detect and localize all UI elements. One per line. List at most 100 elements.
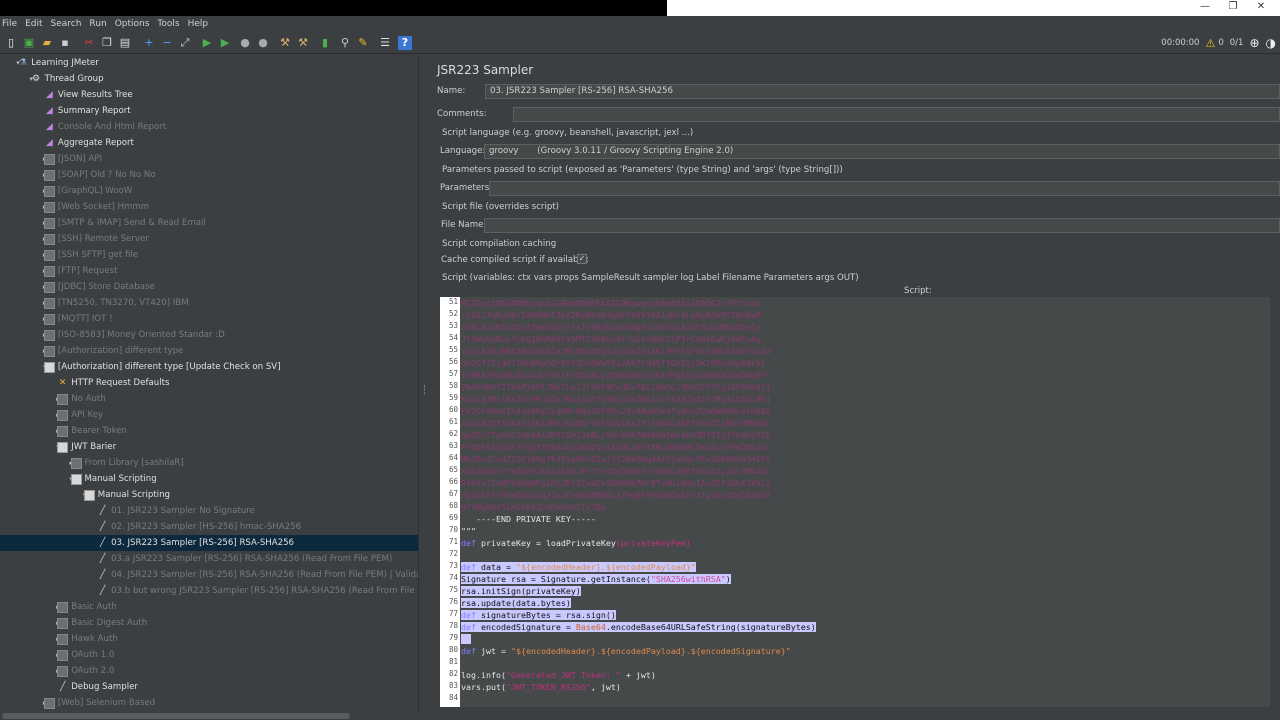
shutdown-icon[interactable]: ● — [256, 36, 270, 50]
tree-node[interactable]: ✕ HTTP Request Defaults — [0, 375, 418, 391]
tree-node[interactable]: ▸Hawk Auth — [0, 631, 418, 647]
cache-checkbox[interactable]: ✓ — [577, 254, 587, 264]
tree-node[interactable]: ▸[JDBC] Store Database — [0, 279, 418, 295]
line-number: 80 — [448, 645, 458, 654]
tree-node[interactable]: ▾Manual Scripting — [0, 471, 418, 487]
line-number: 77 — [448, 609, 458, 618]
search-icon[interactable]: ⚲ — [338, 36, 352, 50]
name-field[interactable]: 03. JSR223 Sampler [RS-256] RSA-SHA256 — [485, 84, 1280, 99]
tree-node[interactable]: ▸[SOAP] Old ? No No No — [0, 167, 418, 183]
tree-node[interactable]: ▸[Web] Selenium Based — [0, 695, 418, 711]
line-number: 78 — [448, 621, 458, 630]
comments-field[interactable] — [513, 107, 1280, 122]
tree-node[interactable]: ▸[SSH SFTP] get file — [0, 247, 418, 263]
code-line-71: def privateKey = loadPrivateKey(privateK… — [461, 537, 691, 549]
tree-node[interactable]: ▸[MQTT] IOT ! — [0, 311, 418, 327]
tree-node[interactable]: ╱ 04. JSR223 Sampler [RS-256] RSA-SHA256 … — [0, 567, 418, 583]
error-count: 0 — [1218, 38, 1224, 48]
controller-icon — [43, 313, 55, 325]
tree-node[interactable]: ▸[GraphQL] WooW — [0, 183, 418, 199]
code-line-79 — [461, 633, 475, 645]
function-helper-icon[interactable]: ☰ — [378, 36, 392, 50]
tree-node[interactable]: ▾ ⚗ Learning JMeter — [0, 55, 418, 71]
tree-node[interactable]: ╱ 03. JSR223 Sampler [RS-256] RSA-SHA256 — [0, 535, 418, 551]
reset-search-icon[interactable]: ✎ — [356, 36, 370, 50]
tree-node[interactable]: ▸[FTP] Request — [0, 263, 418, 279]
expand-icon[interactable]: + — [142, 36, 156, 50]
clear-all-icon[interactable]: ⚒ — [296, 36, 310, 50]
script-code[interactable]: 51 52 53 54 55 56 57 58 59 60 61 62 63 64 65 66 67 68 69 70… — [449, 297, 1280, 707]
menu-edit[interactable]: Edit — [25, 19, 42, 29]
tree-node[interactable]: ▸[ISO-8583] Money Oriented Standar :D — [0, 327, 418, 343]
tree-node[interactable]: ▸[Authorization] different type — [0, 343, 418, 359]
language-select[interactable]: groovy (Groovy 3.0.11 / Groovy Scripting… — [484, 144, 1280, 159]
tree-node[interactable]: ▸From Library [sashilaR] — [0, 455, 418, 471]
menu-run[interactable]: Run — [89, 19, 106, 29]
tree-node[interactable]: ◢ Console And Html Report — [0, 119, 418, 135]
pen-icon: ╱ — [99, 522, 106, 532]
tree-node[interactable]: ▸[SSH] Remote Server — [0, 231, 418, 247]
tree-node[interactable]: ◢ Aggregate Report — [0, 135, 418, 151]
controller-icon — [43, 345, 55, 357]
copy-icon[interactable]: ❐ — [100, 36, 114, 50]
editor-vertical-scrollbar[interactable] — [1270, 297, 1280, 707]
tree-node[interactable]: ╱ Debug Sampler — [0, 679, 418, 695]
tree-node-label: Bearer Token — [71, 426, 127, 436]
paste-icon[interactable]: ▤ — [118, 36, 132, 50]
templates-icon[interactable]: ▣ — [22, 36, 36, 50]
tree-node[interactable]: ╱ 03.a JSR223 Sampler [RS-256] RSA-SHA256… — [0, 551, 418, 567]
tree-node[interactable]: ▸[TN5250, TN3270, VT420] IBM — [0, 295, 418, 311]
start-no-pauses-icon[interactable]: ▶ — [218, 36, 232, 50]
tree-node[interactable]: ▾[Authorization] different type [Update … — [0, 359, 418, 375]
tree-node[interactable]: ◢ Summary Report — [0, 103, 418, 119]
loggers-icon[interactable]: ◑ — [1266, 36, 1276, 50]
tree-horizontal-scrollbar[interactable] — [0, 712, 418, 720]
tree-node[interactable]: ▸[SMTP & IMAP] Send & Read Email — [0, 215, 418, 231]
open-icon[interactable]: ▰ — [40, 36, 54, 50]
tree-node[interactable]: ▸Bearer Token — [0, 423, 418, 439]
maximize-button[interactable]: ❐ — [1220, 0, 1246, 16]
new-icon[interactable]: ▯ — [4, 36, 18, 50]
minimize-button[interactable]: — — [1192, 0, 1218, 16]
remote-start-icon[interactable]: ▮ — [318, 36, 332, 50]
code-line-56: He2Gf7Ij4Kl1Mn8Op5Qr0St3Uv6Wx9Yz2Ab7Cd4E… — [461, 358, 766, 368]
tree-node[interactable]: ▾JWT Barier — [0, 439, 418, 455]
parameters-field[interactable] — [489, 181, 1280, 196]
tree-node[interactable]: ▸Basic Digest Auth — [0, 615, 418, 631]
tree-node[interactable]: ▸[Web Socket] Hmmm — [0, 199, 418, 215]
code-text: Signature rsa = Signature.getInstance( — [461, 574, 651, 584]
tree-node[interactable]: ▸API Key — [0, 407, 418, 423]
cut-icon[interactable]: ✂ — [82, 36, 96, 50]
pen-icon: ╱ — [99, 586, 106, 596]
start-icon[interactable]: ▶ — [200, 36, 214, 50]
remote-globe-icon[interactable]: ⊕ — [1249, 36, 1259, 50]
tree-node[interactable]: ▸[JSON] API — [0, 151, 418, 167]
menu-search[interactable]: Search — [51, 19, 82, 29]
tree-node[interactable]: ◢ View Results Tree — [0, 87, 418, 103]
collapse-icon[interactable]: − — [160, 36, 174, 50]
tree-node[interactable]: ▸No Auth — [0, 391, 418, 407]
menu-options[interactable]: Options — [115, 19, 150, 29]
help-icon[interactable]: ? — [398, 36, 412, 50]
warning-icon[interactable]: ⚠ — [1205, 37, 1215, 50]
split-pane-divider[interactable] — [418, 55, 430, 712]
menu-file[interactable]: File — [2, 19, 17, 29]
tree-node[interactable]: ╱ 03.b but wrong JSR223 Sampler [RS-256] … — [0, 583, 418, 599]
stop-icon[interactable]: ● — [238, 36, 252, 50]
tree-node[interactable]: ▸OAuth 1.0 — [0, 647, 418, 663]
menu-tools[interactable]: Tools — [157, 19, 179, 29]
tree-node[interactable]: ╱ 01. JSR223 Sampler No Signature — [0, 503, 418, 519]
toggle-icon[interactable]: ⤢ — [178, 36, 192, 50]
tree-node[interactable]: ╱ 02. JSR223 Sampler [HS-256] hmac-SHA256 — [0, 519, 418, 535]
tree-node[interactable]: ▸Basic Auth — [0, 599, 418, 615]
save-icon[interactable]: ▪ — [58, 36, 72, 50]
tree-node[interactable]: ▸OAuth 2.0 — [0, 663, 418, 679]
clear-icon[interactable]: ⚒ — [278, 36, 292, 50]
menu-help[interactable]: Help — [188, 19, 209, 29]
code-line-58: Zb4Xd8Vf2Th6Rj0Pl3Nn7Lp1Jr5Ht9Fv3Dx7Bz1A… — [461, 382, 771, 392]
run-status: 00:00:00 ⚠ 0 0/1 ⊕ ◑ — [1161, 36, 1280, 50]
file-name-field[interactable] — [484, 218, 1280, 233]
tree-node[interactable]: ▾Manual Scripting — [0, 487, 418, 503]
tree-node[interactable]: ▾ ⚙ Thread Group — [0, 71, 418, 87]
close-button[interactable]: ✕ — [1248, 0, 1274, 16]
